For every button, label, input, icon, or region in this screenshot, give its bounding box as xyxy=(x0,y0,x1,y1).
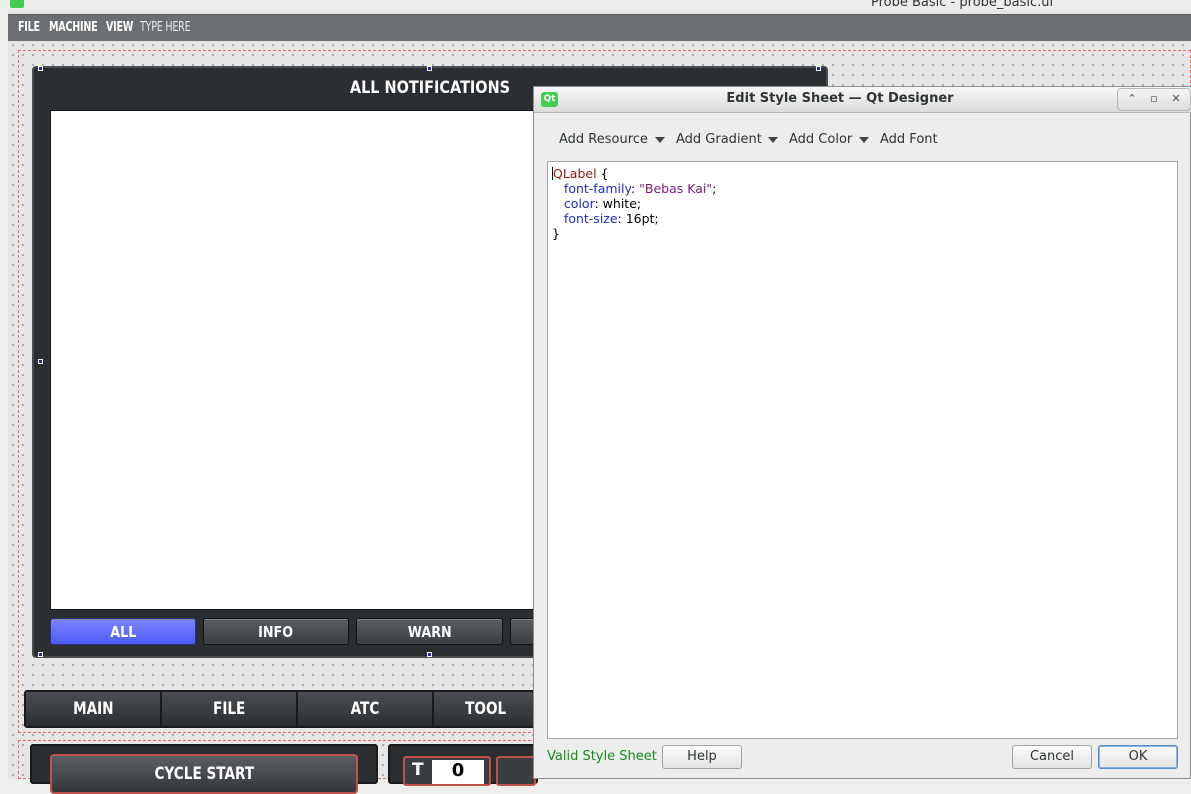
validity-status: Valid Style Sheet xyxy=(547,749,657,764)
form-menubar[interactable]: FILE MACHINE VIEW TYPE HERE xyxy=(8,14,1191,41)
help-button[interactable]: Help xyxy=(662,745,742,769)
filter-info-label: INFO xyxy=(258,623,294,641)
tool-secondary-box[interactable] xyxy=(496,756,536,786)
tool-number-field[interactable]: 0 xyxy=(432,760,484,784)
selection-handle[interactable] xyxy=(427,66,432,71)
code-brace-open: { xyxy=(600,166,609,181)
tab-file-label: FILE xyxy=(212,699,246,719)
add-gradient-button[interactable]: Add Gradient xyxy=(676,132,762,150)
tool-label: T xyxy=(412,760,424,780)
stylesheet-editor[interactable] xyxy=(547,161,1178,739)
tab-tool-label: TOOL xyxy=(465,699,507,719)
notifications-list[interactable] xyxy=(50,110,540,610)
selection-handle[interactable] xyxy=(38,359,43,364)
code-line: color: white; xyxy=(563,196,642,211)
cancel-button[interactable]: Cancel xyxy=(1012,745,1092,769)
code-value: white xyxy=(602,196,637,211)
selection-handle[interactable] xyxy=(38,652,43,657)
filter-warn-label: WARN xyxy=(407,623,452,641)
menu-machine[interactable]: MACHINE xyxy=(49,20,98,35)
code-property: font-size xyxy=(563,211,618,226)
code-line: font-family: "Bebas Kai"; xyxy=(563,181,717,196)
add-font-button[interactable]: Add Font xyxy=(880,132,938,150)
qt-logo-icon xyxy=(10,0,24,8)
selection-handle[interactable] xyxy=(427,652,432,657)
code-value: "Bebas Kai" xyxy=(639,181,713,196)
tab-atc[interactable]: ATC xyxy=(298,692,434,726)
filter-all-label: ALL xyxy=(109,623,137,641)
add-color-button[interactable]: Add Color xyxy=(789,132,852,150)
code-line: QLabel { xyxy=(552,166,716,181)
filter-warn-button[interactable]: WARN xyxy=(356,618,503,645)
cycle-start-label: CYCLE START xyxy=(154,764,254,784)
menu-view[interactable]: VIEW xyxy=(106,20,133,35)
tab-atc-label: ATC xyxy=(350,699,380,719)
tab-main-label: MAIN xyxy=(72,699,114,719)
maximize-icon[interactable]: ▫ xyxy=(1145,91,1163,107)
add-resource-button[interactable]: Add Resource xyxy=(559,132,648,150)
stylesheet-code[interactable]: QLabel { font-family: "Bebas Kai"; color… xyxy=(552,166,716,241)
filter-info-button[interactable]: INFO xyxy=(203,618,349,645)
code-brace-close: } xyxy=(552,226,560,241)
code-property: font-family xyxy=(563,181,631,196)
code-value: 16pt xyxy=(625,211,655,226)
qt-designer-icon: Qt xyxy=(541,92,558,107)
tab-file[interactable]: FILE xyxy=(162,692,298,726)
selection-handle[interactable] xyxy=(38,66,43,71)
ok-button[interactable]: OK xyxy=(1098,745,1178,769)
code-line: } xyxy=(552,226,716,241)
tab-tool[interactable]: TOOL xyxy=(434,692,538,726)
chevron-down-icon[interactable] xyxy=(655,137,665,143)
code-line: font-size: 16pt; xyxy=(563,211,659,226)
menu-type-here[interactable]: TYPE HERE xyxy=(140,20,191,35)
designer-titlebar: Probe Basic - probe_basic.ui xyxy=(0,0,1191,10)
menu-file[interactable]: FILE xyxy=(18,20,40,35)
filter-all-button[interactable]: ALL xyxy=(50,618,196,645)
tab-main[interactable]: MAIN xyxy=(26,692,162,726)
shade-icon[interactable]: ⌃ xyxy=(1123,91,1141,107)
code-selector: QLabel xyxy=(553,166,597,181)
chevron-down-icon[interactable] xyxy=(768,137,778,143)
selection-handle[interactable] xyxy=(816,66,821,71)
code-property: color xyxy=(563,196,595,211)
dialog-title: Edit Style Sheet — Qt Designer xyxy=(726,91,954,106)
window-title: Probe Basic - probe_basic.ui xyxy=(871,0,1054,10)
close-icon[interactable]: ✕ xyxy=(1167,91,1185,107)
chevron-down-icon[interactable] xyxy=(859,137,869,143)
cycle-start-button[interactable]: CYCLE START xyxy=(50,754,358,794)
